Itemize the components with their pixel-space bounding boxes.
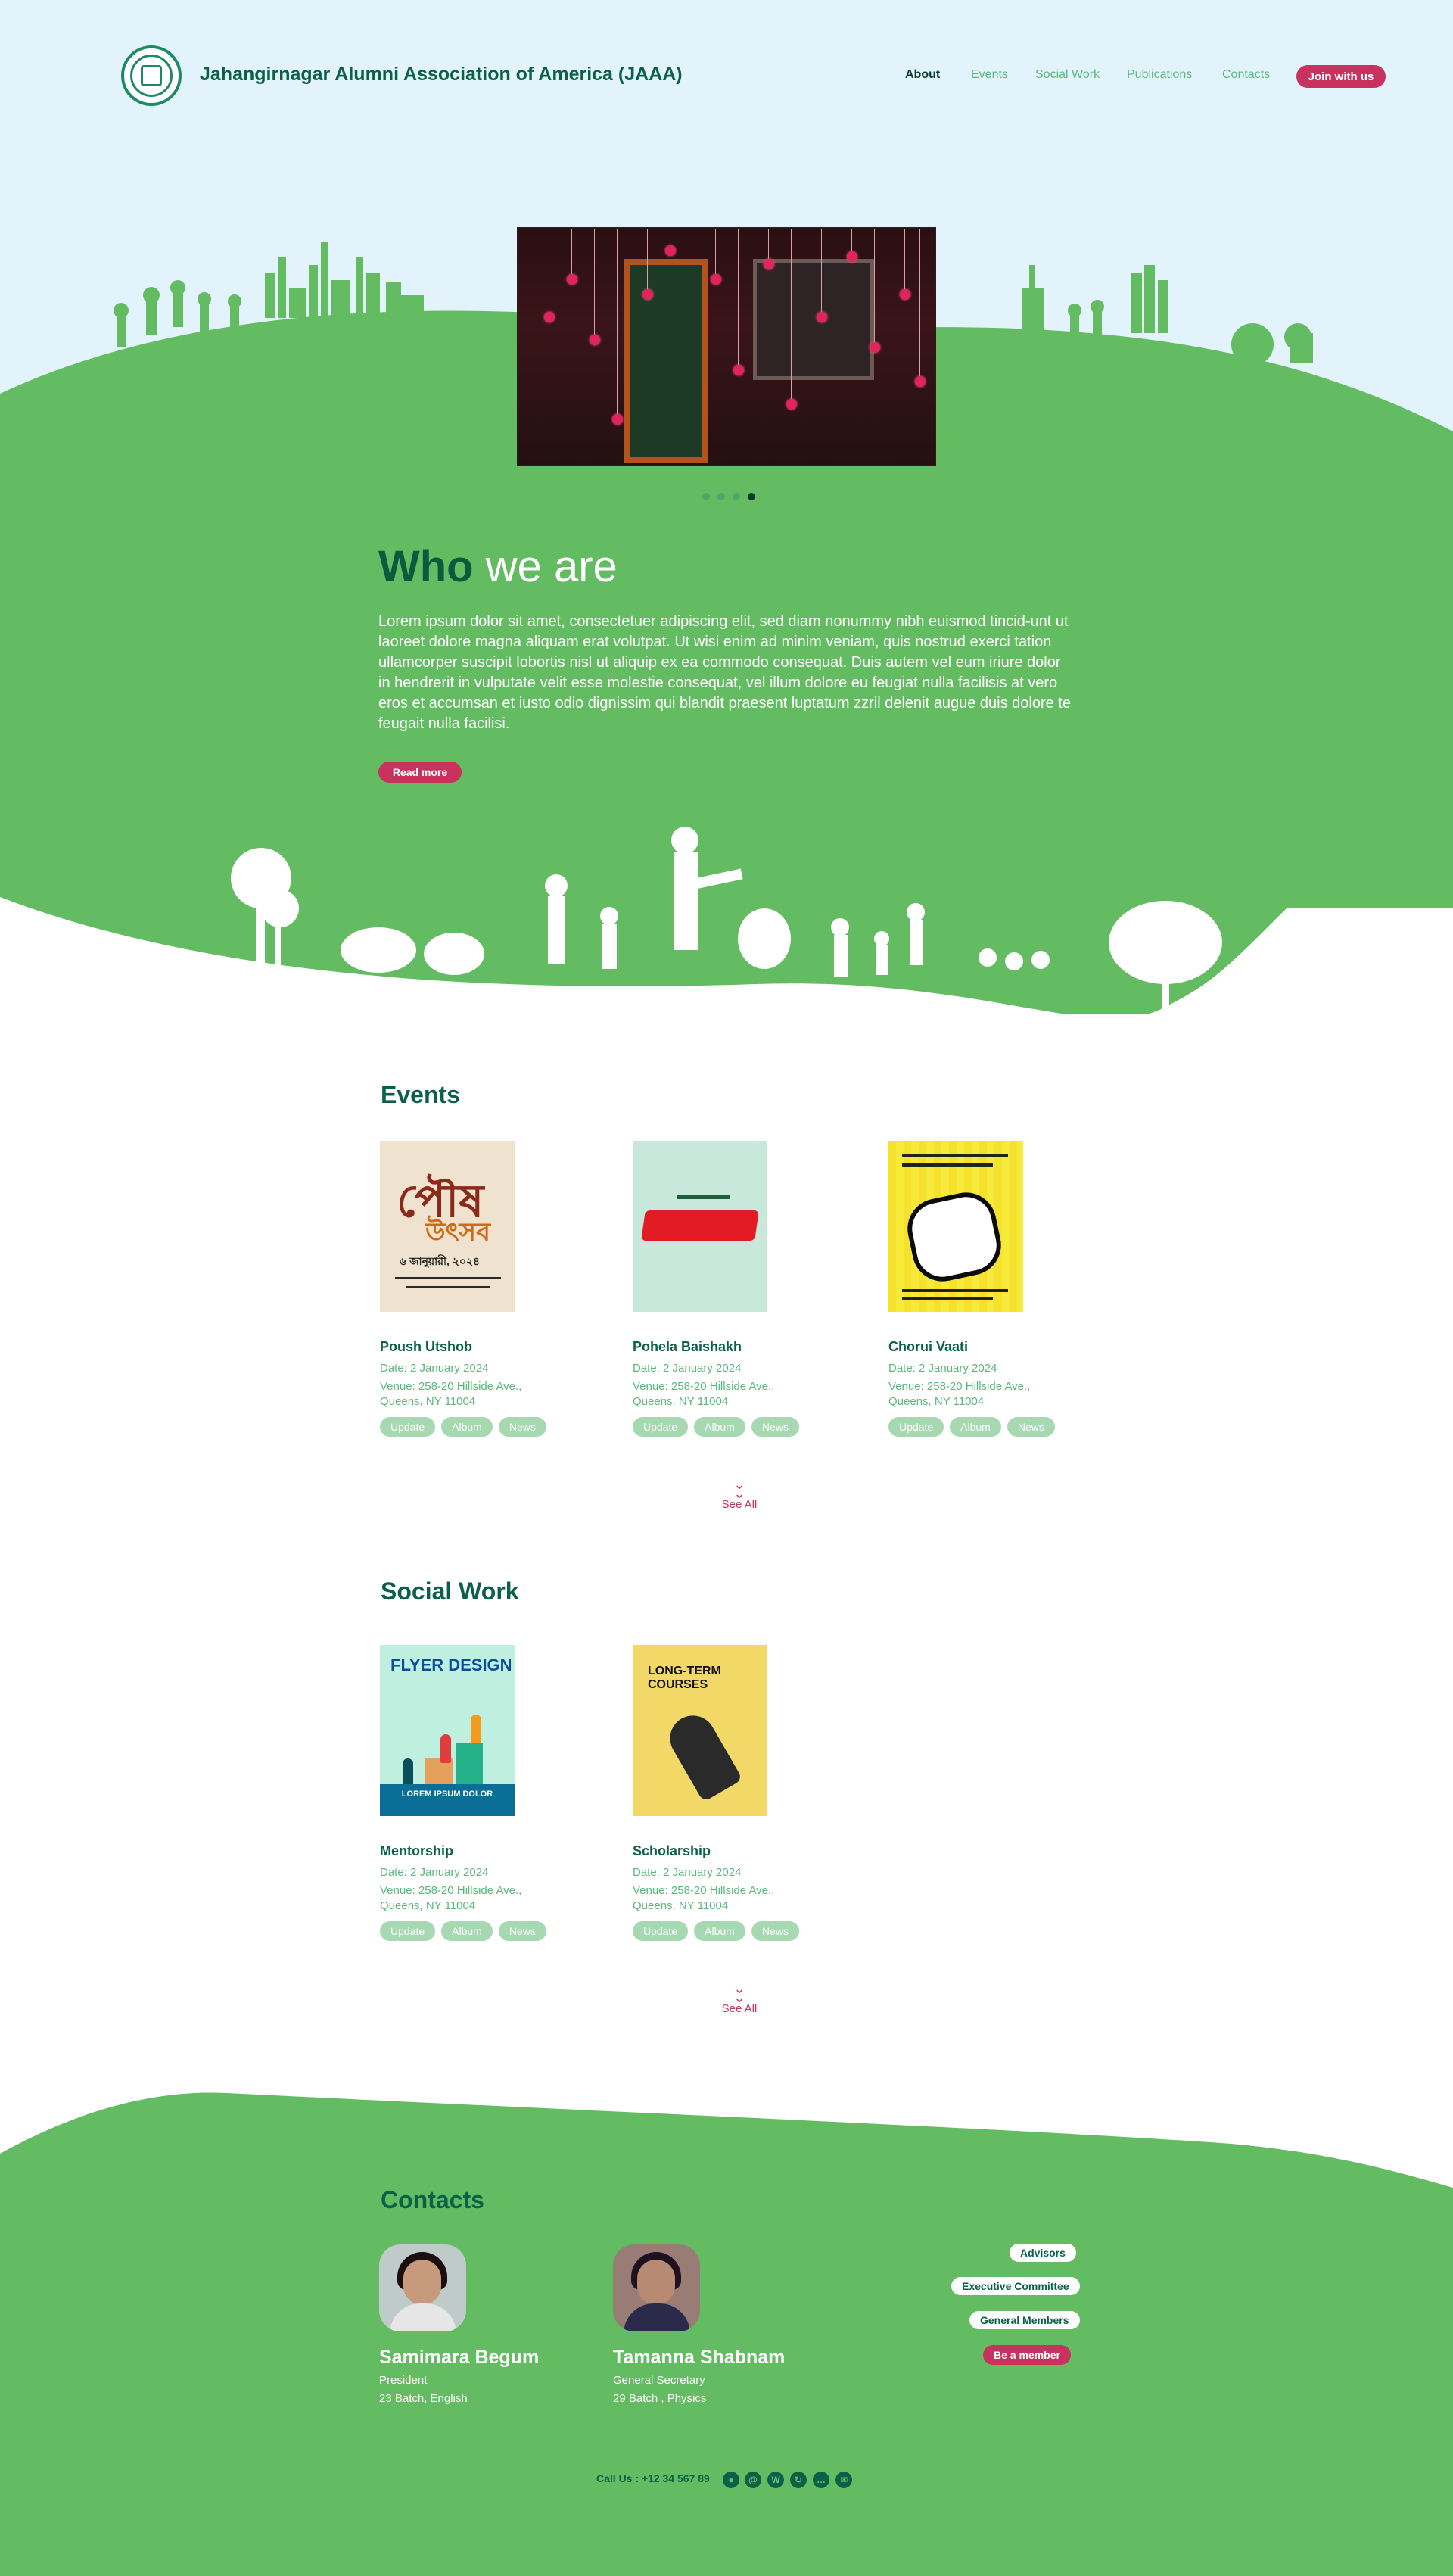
advisors-link[interactable]: Advisors: [1010, 2244, 1076, 2262]
event-card-baishakh[interactable]: Pohela Baishakh Date: 2 January 2024 Ven…: [633, 1141, 860, 1437]
logo-mark: [141, 65, 162, 86]
event-date: Date: 2 January 2024: [380, 1362, 489, 1375]
contact-batch: 23 Batch, English: [379, 2392, 468, 2405]
contact-card-secretary: Tamanna Shabnam General Secretary 29 Bat…: [613, 2244, 785, 2408]
chat-icon[interactable]: …: [813, 2472, 829, 2488]
poush-poster-date: ৬ জানুয়ারী, ২০২৪: [400, 1255, 481, 1267]
nav-about[interactable]: About: [905, 68, 940, 82]
chevron-down-icon: ⌄ ⌄: [733, 1477, 745, 1501]
event-venue: Venue: 258-20 Hillside Ave., Queens, NY 1…: [888, 1380, 1031, 1408]
tag-album[interactable]: Album: [694, 1417, 745, 1437]
tag-album[interactable]: Album: [441, 1417, 493, 1437]
tag-album[interactable]: Album: [950, 1417, 1001, 1437]
nav-publications[interactable]: Publications: [1127, 68, 1192, 82]
brand-name[interactable]: Jahangirnagar Alumni Association of Amer…: [200, 64, 683, 86]
courses-poster-title: LONG-TERM COURSES: [648, 1665, 721, 1691]
mail-icon[interactable]: ✉: [835, 2472, 852, 2488]
contact-name: Tamanna Shabnam: [613, 2347, 786, 2368]
social-venue: Venue: 258-20 Hillside Ave., Queens, NY 1…: [380, 1884, 522, 1912]
call-us-text: Call Us : +12 34 567 89: [596, 2472, 710, 2484]
w-icon[interactable]: W: [767, 2472, 784, 2488]
social-card-scholarship[interactable]: LONG-TERM COURSES Scholarship Date: 2 Ja…: [633, 1645, 860, 1941]
tag-album[interactable]: Album: [694, 1921, 745, 1941]
event-title[interactable]: Chorui Vaati: [888, 1339, 1115, 1355]
door-shape: [624, 259, 708, 463]
jaaa-logo[interactable]: [121, 45, 182, 106]
social-card-mentorship[interactable]: FLYER DESIGN LOREM IPSUM DOLOR Mentorshi…: [380, 1645, 607, 1941]
chorui-poster[interactable]: [888, 1141, 1023, 1312]
join-button[interactable]: Join with us: [1296, 65, 1386, 88]
social-work-title: Social Work: [381, 1578, 519, 1605]
tag-update[interactable]: Update: [633, 1417, 689, 1437]
avatar: [613, 2244, 700, 2331]
tag-news[interactable]: News: [751, 1417, 799, 1437]
social-date: Date: 2 January 2024: [633, 1866, 742, 1879]
logo-emblem: [130, 55, 173, 97]
poush-poster[interactable]: পৌষ উৎসব ৬ জানুয়ারী, ২০২৪: [380, 1141, 515, 1312]
contact-name: Samimara Begum: [379, 2347, 540, 2368]
general-members-link[interactable]: General Members: [969, 2311, 1080, 2329]
tag-news[interactable]: News: [498, 1417, 546, 1437]
contact-card-president: Samimara Begum President 23 Batch, Engli…: [379, 2244, 539, 2408]
events-title: Events: [381, 1081, 460, 1108]
social-venue: Venue: 258-20 Hillside Ave., Queens, NY 1…: [633, 1884, 775, 1912]
tag-update[interactable]: Update: [380, 1921, 436, 1941]
about-body: Lorem ipsum dolor sit amet, consectetuer…: [378, 613, 1071, 732]
contact-role: President: [379, 2374, 428, 2387]
nav-contacts[interactable]: Contacts: [1222, 68, 1270, 82]
contact-role: General Secretary: [613, 2374, 705, 2387]
refresh-icon[interactable]: ↻: [790, 2472, 807, 2488]
social-date: Date: 2 January 2024: [380, 1866, 489, 1879]
flyer-poster-title: FLYER DESIGN: [390, 1656, 512, 1674]
slider-dot-1[interactable]: [702, 493, 710, 500]
flyer-poster-bar: LOREM IPSUM DOLOR: [380, 1784, 515, 1816]
nav-events[interactable]: Events: [971, 68, 1008, 82]
tag-news[interactable]: News: [1007, 1417, 1055, 1437]
slider-dots: [702, 493, 755, 500]
event-title[interactable]: Poush Utshob: [380, 1339, 607, 1355]
tag-update[interactable]: Update: [888, 1417, 944, 1437]
social-see-all[interactable]: ⌄ ⌄ See All: [702, 1981, 777, 2015]
social-title[interactable]: Mentorship: [380, 1843, 607, 1859]
chevron-down-icon: ⌄ ⌄: [733, 1981, 745, 2005]
event-card-poush[interactable]: পৌষ উৎসব ৬ জানুয়ারী, ২০২৪ Poush Utshob …: [380, 1141, 607, 1437]
about-title-bold: Who: [378, 542, 474, 591]
user-icon[interactable]: ●: [723, 2472, 739, 2488]
event-title[interactable]: Pohela Baishakh: [633, 1339, 860, 1355]
contact-batch: 29 Batch , Physics: [613, 2392, 707, 2405]
at-icon[interactable]: @: [745, 2472, 761, 2488]
slider-dot-2[interactable]: [717, 493, 725, 500]
social-title[interactable]: Scholarship: [633, 1843, 860, 1859]
slider-dot-4-active[interactable]: [748, 493, 755, 500]
about-title-rest: we are: [473, 542, 618, 591]
avatar: [379, 2244, 466, 2331]
scholarship-poster[interactable]: LONG-TERM COURSES: [633, 1645, 767, 1816]
executive-committee-link[interactable]: Executive Committee: [951, 2277, 1080, 2295]
about-title: Who we are: [378, 541, 618, 592]
be-a-member-button[interactable]: Be a member: [983, 2345, 1071, 2365]
tag-update[interactable]: Update: [633, 1921, 689, 1941]
events-see-all[interactable]: ⌄ ⌄ See All: [702, 1477, 777, 1511]
tag-album[interactable]: Album: [441, 1921, 493, 1941]
event-venue: Venue: 258-20 Hillside Ave., Queens, NY 1…: [633, 1380, 775, 1408]
read-more-button[interactable]: Read more: [378, 762, 462, 783]
event-date: Date: 2 January 2024: [633, 1362, 742, 1375]
tag-news[interactable]: News: [751, 1921, 799, 1941]
contacts-title: Contacts: [381, 2186, 484, 2213]
baishakh-poster[interactable]: [633, 1141, 767, 1312]
mentorship-poster[interactable]: FLYER DESIGN LOREM IPSUM DOLOR: [380, 1645, 515, 1816]
hero-slide-image: [517, 227, 936, 466]
tag-news[interactable]: News: [498, 1921, 546, 1941]
event-card-chorui[interactable]: Chorui Vaati Date: 2 January 2024 Venue:…: [888, 1141, 1115, 1437]
nav-social-work[interactable]: Social Work: [1035, 68, 1100, 82]
event-venue: Venue: 258-20 Hillside Ave., Queens, NY 1…: [380, 1380, 522, 1408]
event-date: Date: 2 January 2024: [888, 1362, 997, 1375]
slider-dot-3[interactable]: [733, 493, 740, 500]
window-shape: [753, 259, 874, 380]
tag-update[interactable]: Update: [380, 1417, 436, 1437]
